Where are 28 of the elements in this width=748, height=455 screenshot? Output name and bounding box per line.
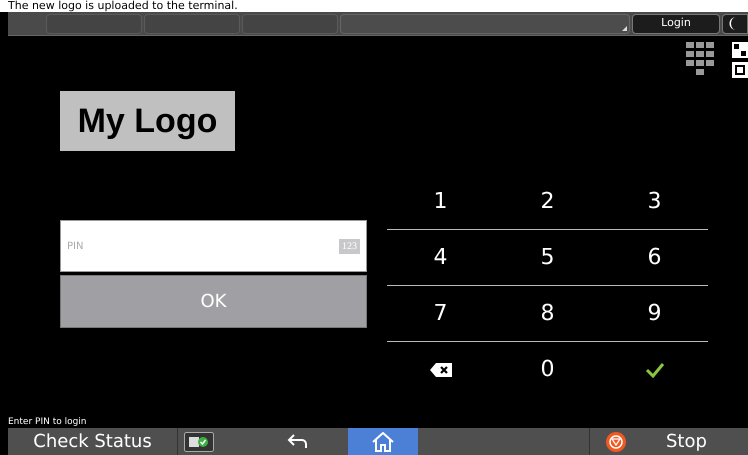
stop-button[interactable]: Stop [590,428,748,455]
keypad-key[interactable]: 6 [601,230,708,285]
status-message: Enter PIN to login [8,416,88,428]
keypad-key[interactable]: 9 [601,286,708,341]
logo-banner: My Logo [60,91,235,151]
keypad-key[interactable]: 8 [494,286,601,341]
energy-saver-button[interactable] [722,14,748,34]
keypad-key[interactable]: 2 [494,174,601,229]
qr-code-icon[interactable] [732,42,748,78]
login-button[interactable]: Login [632,14,720,34]
home-button[interactable] [348,428,418,455]
check-status-button[interactable]: Check Status [8,428,178,455]
keypad-key[interactable]: 0 [494,342,601,397]
keypad-key[interactable]: 3 [601,174,708,229]
keypad-key[interactable]: 5 [494,230,601,285]
keypad-grid-icon[interactable] [686,42,714,76]
stop-icon [606,432,626,452]
back-arrow-icon [286,434,308,450]
pin-placeholder: PIN [67,240,84,254]
sd-card-check-icon[interactable] [184,432,214,452]
keypad-key[interactable]: 1 [387,174,494,229]
keypad-key[interactable]: 4 [387,230,494,285]
caption-text: The new logo is uploaded to the terminal. [7,0,239,12]
keypad-key[interactable]: 7 [387,286,494,341]
resize-corner-icon [622,26,627,30]
backspace-icon [430,362,452,376]
home-icon [372,432,394,452]
checkmark-icon [644,362,664,378]
